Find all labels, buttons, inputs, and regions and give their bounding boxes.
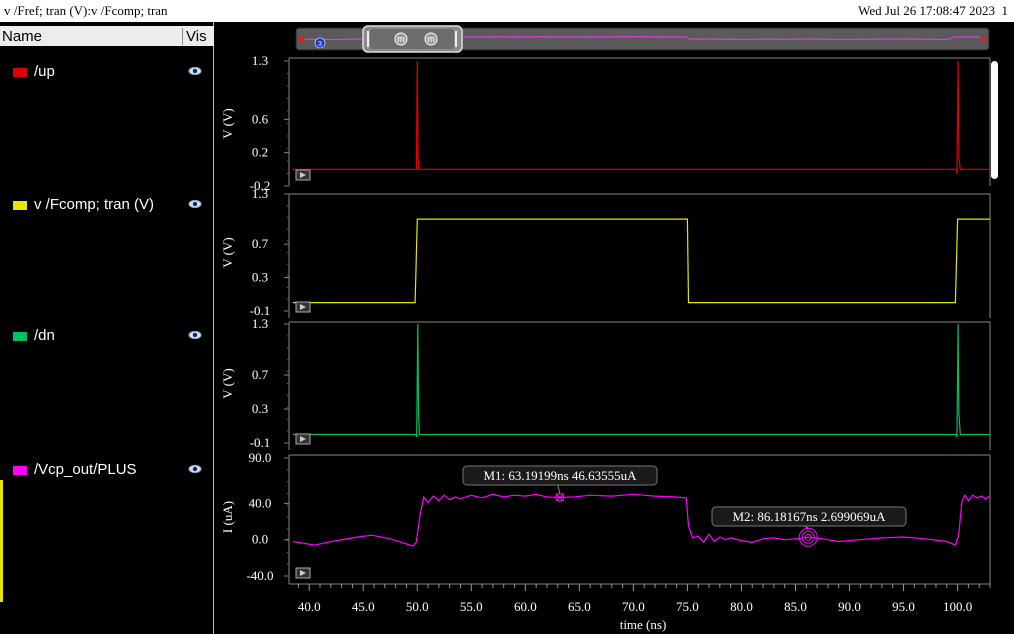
zoom-handle-right[interactable] xyxy=(455,31,457,47)
y-tick-label: 0.3 xyxy=(252,401,268,416)
overview-bar[interactable]: 3 m m xyxy=(295,25,990,53)
y-axis-label: V (V) xyxy=(220,108,235,138)
y-tick-label: 1.3 xyxy=(252,186,268,201)
y-tick-label: 0.0 xyxy=(252,532,268,547)
y-axis-label: V (V) xyxy=(220,237,235,267)
x-tick-label: 85.0 xyxy=(784,599,807,614)
x-tick-label: 65.0 xyxy=(568,599,591,614)
x-axis-label: time (ns) xyxy=(620,617,667,632)
x-tick-label: 95.0 xyxy=(892,599,915,614)
panel-expand-icon[interactable] xyxy=(295,567,311,579)
y-tick-label: 1.3 xyxy=(252,53,268,68)
y-tick-label: 40.0 xyxy=(249,495,272,510)
marker-label: M2: 86.18167ns 2.699069uA xyxy=(732,509,886,524)
y-tick-label: 1.3 xyxy=(252,316,268,331)
y-tick-label: 0.7 xyxy=(252,367,269,382)
series-line-2 xyxy=(293,218,990,304)
panel-4: I (uA) 90.0 40.0 0.0 -40.0 M1: 63.19199ns 46.… xyxy=(220,450,991,584)
x-tick-label: 100.0 xyxy=(943,599,972,614)
panel-expand-icon[interactable] xyxy=(295,433,311,445)
marker-label: M1: 63.19199ns 46.63555uA xyxy=(483,468,637,483)
y-tick-label: 90.0 xyxy=(249,450,272,465)
panel-expand-icon[interactable] xyxy=(295,169,311,181)
y-axis-label: I (uA) xyxy=(220,501,235,533)
y-tick-label: -40.0 xyxy=(246,568,273,583)
x-tick-label: 55.0 xyxy=(460,599,483,614)
panel-1: V (V)1.30.60.2-0.2 xyxy=(220,53,991,193)
x-tick-label: 40.0 xyxy=(298,599,321,614)
y-tick-label: -0.1 xyxy=(250,435,271,450)
y-axis-label: V (V) xyxy=(220,368,235,398)
series-line-3 xyxy=(293,323,990,438)
panel-2: V (V)1.30.70.3-0.1 xyxy=(220,186,991,318)
waveform-panels: V (V)1.30.60.2-0.2V (V)1.30.70.3-0.1V (V… xyxy=(220,53,991,584)
x-tick-label: 70.0 xyxy=(622,599,645,614)
panel-3: V (V) 1.3 0.7 0.3 -0.1 xyxy=(220,316,991,450)
vertical-scrollbar[interactable] xyxy=(991,61,998,179)
x-tick-label: 50.0 xyxy=(406,599,429,614)
x-tick-label: 90.0 xyxy=(838,599,861,614)
x-tick-label: 60.0 xyxy=(514,599,537,614)
y-tick-label: 0.6 xyxy=(252,111,269,126)
marker-leader xyxy=(557,484,561,494)
marker-m-label: m xyxy=(397,34,405,44)
time-axis: 40.0 45.0 50.0 55.0 60.0 65.0 70.0 75.0 80.0 85.0… xyxy=(289,583,991,632)
badge-label: 3 xyxy=(318,41,322,48)
zoom-handle-left[interactable] xyxy=(367,31,369,47)
x-tick-label: 75.0 xyxy=(676,599,699,614)
marker-m-label: m xyxy=(427,34,435,44)
x-tick-label: 80.0 xyxy=(730,599,753,614)
marker-1[interactable]: M1: 63.19199ns 46.63555uA xyxy=(462,465,658,502)
panel-expand-icon[interactable] xyxy=(295,301,311,313)
zoom-window-inner xyxy=(370,29,454,49)
x-tick-label: 45.0 xyxy=(352,599,375,614)
y-tick-label: 0.7 xyxy=(252,236,269,251)
waveform-chart: 3 m m V (V)1.30.60.2-0.2V (V)1.30.70.3-0… xyxy=(220,25,991,632)
y-tick-label: 0.3 xyxy=(252,270,268,285)
y-tick-label: 0.2 xyxy=(252,145,268,160)
series-line-1 xyxy=(293,60,990,174)
